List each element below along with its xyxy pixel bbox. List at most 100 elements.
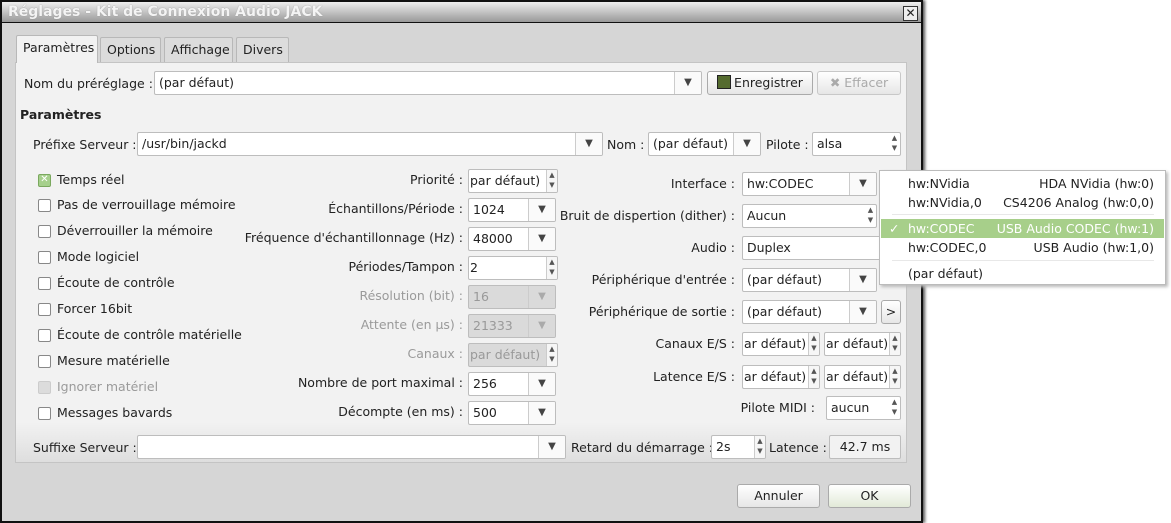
updown-icon[interactable]: ▲ ▼ bbox=[546, 257, 557, 279]
channels-out-spin[interactable]: ar défaut) ▲ ▼ bbox=[824, 332, 901, 356]
output-device-menu-button[interactable]: > bbox=[881, 300, 901, 324]
chevron-down-icon[interactable]: ▼ bbox=[528, 402, 555, 424]
checkbox[interactable] bbox=[38, 199, 51, 212]
updown-icon[interactable]: ▲ ▼ bbox=[546, 170, 557, 192]
checkbox[interactable] bbox=[38, 277, 51, 290]
updown-icon[interactable]: ▲ ▼ bbox=[889, 333, 900, 355]
checkbox[interactable] bbox=[38, 251, 51, 264]
section-title: Paramètres bbox=[20, 107, 102, 122]
item-name: hw:CODEC bbox=[908, 221, 975, 236]
setting-value: 2 bbox=[470, 260, 478, 275]
title-bar[interactable]: Réglages - Kit de Connexion Audio JACK ✕ bbox=[2, 2, 921, 23]
name-combo[interactable]: (par défaut) ▼ bbox=[648, 132, 761, 156]
dropdown-item[interactable]: (par défaut) bbox=[881, 264, 1164, 283]
checkbox[interactable] bbox=[38, 303, 51, 316]
checkbox[interactable] bbox=[38, 329, 51, 342]
setting-label: Décompte (en ms) : bbox=[338, 404, 463, 419]
setting-combo[interactable]: 1024 ▼ bbox=[468, 198, 556, 222]
updown-icon[interactable]: ▲ ▼ bbox=[889, 397, 900, 419]
interface-label: Interface : bbox=[670, 176, 735, 191]
latency-value: 42.7 ms bbox=[829, 435, 901, 459]
setting-spin[interactable]: par défaut) ▲ ▼ bbox=[468, 169, 558, 193]
item-name: (par défaut) bbox=[908, 266, 983, 281]
driver-select[interactable]: alsa ▲ ▼ bbox=[812, 132, 901, 156]
updown-icon[interactable]: ▲ ▼ bbox=[889, 366, 900, 388]
audio-select[interactable]: Duplex bbox=[742, 236, 882, 260]
checkbox-label[interactable]: Mode logiciel bbox=[57, 249, 139, 265]
setting-combo: 16 ▼ bbox=[468, 285, 556, 309]
server-suffix-combo[interactable]: ▼ bbox=[137, 435, 566, 459]
server-prefix-combo[interactable]: /usr/bin/jackd ▼ bbox=[137, 132, 603, 156]
chevron-down-icon[interactable]: ▼ bbox=[538, 436, 565, 458]
setting-combo[interactable]: 500 ▼ bbox=[468, 401, 556, 425]
setting-spin: par défaut) ▲ ▼ bbox=[468, 343, 558, 367]
chevron-down-icon[interactable]: ▼ bbox=[528, 199, 555, 221]
input-device-combo[interactable]: (par défaut) ▼ bbox=[742, 268, 877, 292]
chevron-down-icon[interactable]: ▼ bbox=[528, 373, 555, 395]
checkbox-label[interactable]: Forcer 16bit bbox=[57, 301, 132, 317]
channels-in-spin[interactable]: ar défaut) ▲ ▼ bbox=[742, 332, 820, 356]
latency-out-spin[interactable]: ar défaut) ▲ ▼ bbox=[824, 365, 901, 389]
menu-separator bbox=[892, 214, 1154, 215]
checkbox bbox=[38, 381, 51, 394]
setting-label: Fréquence d'échantillonnage (Hz) : bbox=[244, 230, 463, 245]
dropdown-item[interactable]: hw:NVidia,0 CS4206 Analog (hw:0,0) bbox=[881, 193, 1164, 212]
dropdown-item[interactable]: ✓ hw:CODEC USB Audio CODEC (hw:1) bbox=[881, 219, 1164, 238]
setting-combo[interactable]: 256 ▼ bbox=[468, 372, 556, 396]
tab-divers[interactable]: Divers bbox=[236, 37, 289, 62]
window-title: Réglages - Kit de Connexion Audio JACK bbox=[8, 4, 323, 20]
cancel-button[interactable]: Annuler bbox=[737, 484, 820, 508]
tab-parametres[interactable]: Paramètres bbox=[16, 35, 98, 63]
updown-icon[interactable]: ▲ ▼ bbox=[889, 133, 900, 155]
checkbox-label[interactable]: Écoute de contrôle matérielle bbox=[57, 327, 242, 343]
setting-spin[interactable]: 2 ▲ ▼ bbox=[468, 256, 558, 280]
midi-driver-select[interactable]: aucun ▲ ▼ bbox=[826, 396, 901, 420]
save-button[interactable]: Enregistrer bbox=[707, 71, 813, 95]
setting-label: Échantillons/Période : bbox=[328, 201, 463, 216]
tab-options[interactable]: Options bbox=[100, 37, 161, 62]
chevron-down-icon[interactable]: ▼ bbox=[849, 269, 876, 291]
checkbox[interactable] bbox=[38, 355, 51, 368]
close-icon[interactable]: ✕ bbox=[903, 6, 918, 21]
dropdown-item[interactable]: hw:CODEC,0 USB Audio (hw:1,0) bbox=[881, 238, 1164, 257]
setting-label: Périodes/Tampon : bbox=[348, 259, 463, 274]
ok-button[interactable]: OK bbox=[828, 484, 911, 508]
checkbox[interactable] bbox=[38, 407, 51, 420]
checkbox-label[interactable]: Écoute de contrôle bbox=[57, 275, 175, 291]
updown-icon[interactable]: ▲ ▼ bbox=[754, 436, 765, 458]
preset-label: Nom du préréglage : bbox=[24, 76, 153, 91]
chevron-down-icon[interactable]: ▼ bbox=[575, 133, 602, 155]
output-device-combo[interactable]: (par défaut) ▼ bbox=[742, 300, 877, 324]
output-device-label: Périphérique de sortie : bbox=[588, 304, 735, 319]
setting-value: 256 bbox=[473, 376, 497, 391]
start-delay-spin[interactable]: 2s ▲ ▼ bbox=[711, 435, 766, 459]
latency-in-spin[interactable]: ar défaut) ▲ ▼ bbox=[742, 365, 820, 389]
checkbox-label[interactable]: Messages bavards bbox=[57, 405, 172, 421]
setting-value: 1024 bbox=[473, 202, 505, 217]
dither-select[interactable]: Aucun ▲ ▼ bbox=[742, 204, 877, 228]
checkbox-label[interactable]: Ignorer matériel bbox=[57, 379, 158, 395]
updown-icon[interactable]: ▲ ▼ bbox=[865, 205, 876, 227]
chevron-down-icon[interactable]: ▼ bbox=[733, 133, 760, 155]
setting-combo[interactable]: 48000 ▼ bbox=[468, 227, 556, 251]
tab-affichage[interactable]: Affichage bbox=[164, 37, 233, 62]
delete-button[interactable]: ✖ Effacer bbox=[817, 71, 901, 95]
interface-combo[interactable]: hw:CODEC ▼ bbox=[742, 172, 877, 196]
chevron-down-icon[interactable]: ▼ bbox=[849, 173, 876, 195]
chevron-down-icon[interactable]: ▼ bbox=[849, 301, 876, 323]
checkbox-label[interactable]: Pas de verrouillage mémoire bbox=[57, 197, 236, 213]
checkbox-label[interactable]: Mesure matérielle bbox=[57, 353, 170, 369]
server-prefix-label: Préfixe Serveur : bbox=[33, 137, 137, 152]
dropdown-item[interactable]: hw:NVidia HDA NVidia (hw:0) bbox=[881, 174, 1164, 193]
chevron-down-icon[interactable]: ▼ bbox=[674, 72, 701, 94]
checkbox-label[interactable]: Déverrouiller la mémoire bbox=[57, 223, 213, 239]
checkbox-label[interactable]: Temps réel bbox=[57, 172, 125, 188]
updown-icon[interactable]: ▲ ▼ bbox=[808, 366, 819, 388]
checkbox[interactable] bbox=[38, 225, 51, 238]
setting-value: par défaut) bbox=[470, 173, 541, 188]
x-icon: ✖ bbox=[829, 75, 845, 90]
checkbox[interactable]: ✕ bbox=[38, 174, 51, 187]
updown-icon[interactable]: ▲ ▼ bbox=[808, 333, 819, 355]
chevron-down-icon[interactable]: ▼ bbox=[528, 228, 555, 250]
preset-combo[interactable]: (par défaut) ▼ bbox=[154, 71, 702, 95]
